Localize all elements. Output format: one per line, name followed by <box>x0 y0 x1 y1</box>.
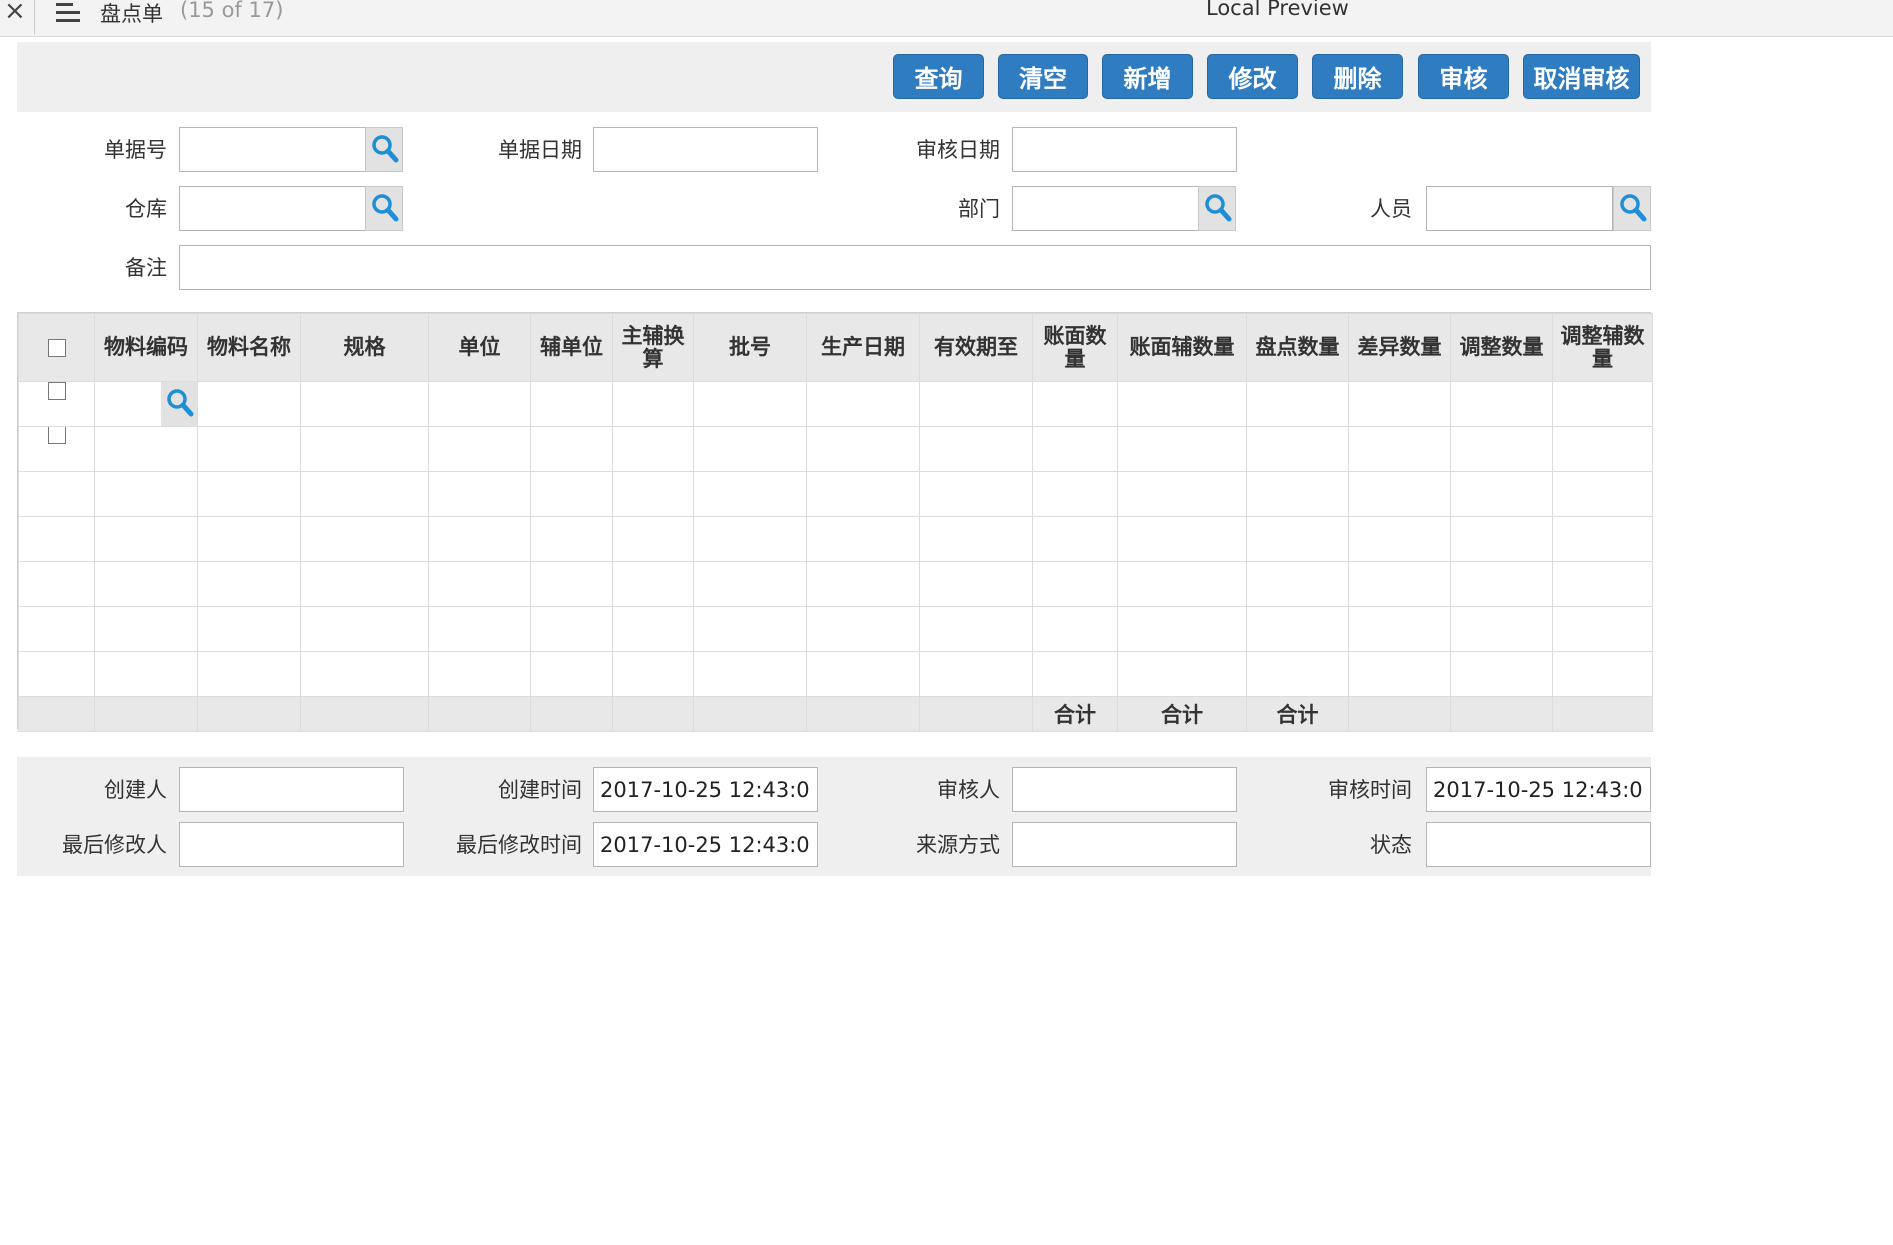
clear-button[interactable]: 清空 <box>998 54 1088 99</box>
table-row[interactable] <box>18 651 1653 697</box>
last-modify-time-label: 最后修改时间 <box>456 833 582 857</box>
material-code-cell[interactable] <box>94 381 198 427</box>
person-input[interactable] <box>1426 186 1613 231</box>
document-title: 盘点单 <box>100 2 163 26</box>
grid-summary-row: 合计 合计 合计 <box>18 696 1653 732</box>
table-row[interactable] <box>18 426 1653 472</box>
magnifier-icon <box>167 389 194 417</box>
creator-input[interactable] <box>179 767 404 812</box>
source-method-input[interactable] <box>1012 822 1237 867</box>
column-header[interactable]: 单位 <box>428 313 531 382</box>
person-search-button[interactable] <box>1613 186 1651 231</box>
column-header[interactable]: 账面数量 <box>1032 313 1118 382</box>
preview-title: Local Preview <box>1206 0 1349 20</box>
magnifier-icon <box>1620 194 1647 222</box>
column-header[interactable]: 有效期至 <box>919 313 1033 382</box>
warehouse-input[interactable] <box>179 186 366 231</box>
department-search-button[interactable] <box>1198 186 1236 231</box>
create-time-label: 创建时间 <box>498 778 582 802</box>
audit-time-input[interactable] <box>1426 767 1651 812</box>
column-header[interactable]: 盘点数量 <box>1246 313 1349 382</box>
table-row[interactable] <box>18 606 1653 652</box>
delete-button[interactable]: 删除 <box>1312 54 1403 99</box>
department-input[interactable] <box>1012 186 1199 231</box>
hamburger-menu-icon[interactable] <box>56 2 80 22</box>
table-row[interactable] <box>18 471 1653 517</box>
table-row[interactable] <box>18 381 1653 427</box>
action-toolbar: 查询 清空 新增 修改 删除 审核 取消审核 <box>17 42 1651 112</box>
column-header[interactable]: 物料名称 <box>197 313 301 382</box>
department-label: 部门 <box>958 197 1000 221</box>
cancel-audit-button[interactable]: 取消审核 <box>1523 54 1640 99</box>
close-icon[interactable]: × <box>4 0 26 26</box>
titlebar-divider <box>34 0 35 34</box>
create-time-input[interactable] <box>593 767 818 812</box>
window-titlebar: × 盘点单 (15 of 17) Local Preview <box>0 0 1893 37</box>
bill-date-input[interactable] <box>593 127 818 172</box>
bill-date-label: 单据日期 <box>498 138 582 162</box>
source-method-label: 来源方式 <box>916 833 1000 857</box>
audit-date-input[interactable] <box>1012 127 1237 172</box>
column-header[interactable]: 主辅换算 <box>612 313 694 382</box>
column-header[interactable]: 生产日期 <box>806 313 920 382</box>
column-header[interactable]: 批号 <box>693 313 807 382</box>
book-aux-qty-total-label: 合计 <box>1117 696 1247 732</box>
column-header[interactable]: 差异数量 <box>1348 313 1451 382</box>
grid-header-row: 物料编码 物料名称 规格 单位 辅单位 主辅换算 批号 生产日期 有效期至 账面… <box>18 313 1653 382</box>
audit-time-label: 审核时间 <box>1328 778 1412 802</box>
status-label: 状态 <box>1370 833 1412 857</box>
query-button[interactable]: 查询 <box>893 54 984 99</box>
edit-button[interactable]: 修改 <box>1207 54 1298 99</box>
material-search-button[interactable] <box>161 382 197 426</box>
remark-label: 备注 <box>125 256 167 280</box>
row-checkbox[interactable] <box>48 382 66 400</box>
status-input[interactable] <box>1426 822 1651 867</box>
creator-label: 创建人 <box>104 778 167 802</box>
audit-button[interactable]: 审核 <box>1418 54 1509 99</box>
last-modify-time-input[interactable] <box>593 822 818 867</box>
bill-no-search-button[interactable] <box>365 127 403 172</box>
column-header[interactable]: 调整辅数量 <box>1552 313 1653 382</box>
add-button[interactable]: 新增 <box>1102 54 1193 99</box>
last-modifier-label: 最后修改人 <box>62 833 167 857</box>
magnifier-icon <box>372 194 399 222</box>
magnifier-icon <box>1205 194 1232 222</box>
auditor-input[interactable] <box>1012 767 1237 812</box>
column-header[interactable]: 规格 <box>300 313 429 382</box>
column-header[interactable]: 账面辅数量 <box>1117 313 1247 382</box>
count-qty-total-label: 合计 <box>1246 696 1349 732</box>
column-header[interactable]: 辅单位 <box>530 313 613 382</box>
remark-input[interactable] <box>179 245 1651 290</box>
column-header[interactable]: 物料编码 <box>94 313 198 382</box>
table-row[interactable] <box>18 561 1653 607</box>
select-all-cell <box>18 313 95 382</box>
audit-date-label: 审核日期 <box>916 138 1000 162</box>
warehouse-search-button[interactable] <box>365 186 403 231</box>
bill-no-input[interactable] <box>179 127 366 172</box>
column-header[interactable]: 调整数量 <box>1450 313 1553 382</box>
magnifier-icon <box>372 135 399 163</box>
auditor-label: 审核人 <box>937 778 1000 802</box>
document-count: (15 of 17) <box>180 0 284 22</box>
select-all-checkbox[interactable] <box>47 339 66 357</box>
bill-no-label: 单据号 <box>104 138 167 162</box>
person-label: 人员 <box>1370 197 1412 221</box>
row-checkbox[interactable] <box>48 427 66 444</box>
warehouse-label: 仓库 <box>125 197 167 221</box>
table-row[interactable] <box>18 516 1653 562</box>
stocktake-detail-grid: 物料编码 物料名称 规格 单位 辅单位 主辅换算 批号 生产日期 有效期至 账面… <box>17 312 1653 732</box>
book-qty-total-label: 合计 <box>1032 696 1118 732</box>
last-modifier-input[interactable] <box>179 822 404 867</box>
